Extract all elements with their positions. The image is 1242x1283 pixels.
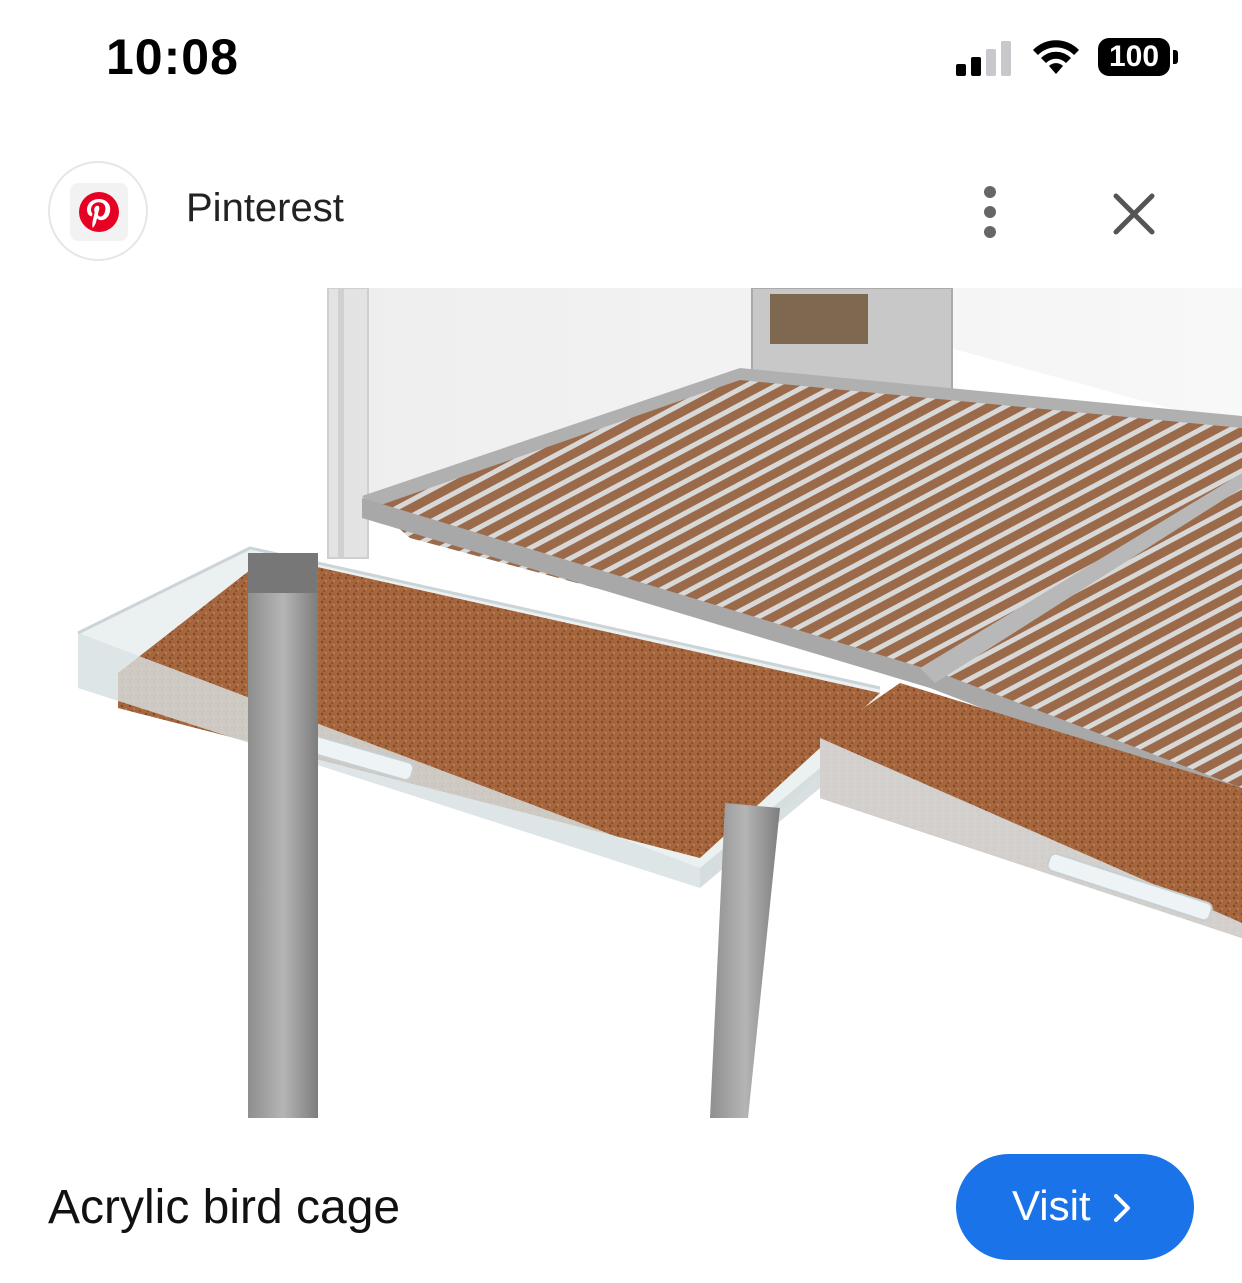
close-icon [1113, 193, 1155, 235]
app-logo [48, 161, 148, 261]
pin-image[interactable] [0, 288, 1242, 1118]
acrylic-bird-cage-photo [77, 288, 1242, 1118]
wifi-icon [1033, 40, 1079, 74]
visit-button[interactable]: Visit [956, 1154, 1194, 1260]
battery-tip [1173, 50, 1178, 64]
sheet-footer: Acrylic bird cage Visit [0, 1140, 1242, 1283]
battery-indicator: 100 [1098, 38, 1180, 78]
chevron-right-icon [1114, 1194, 1130, 1222]
visit-button-label: Visit [1012, 1182, 1091, 1229]
status-bar: 10:08 100 [0, 0, 1242, 120]
more-vertical-icon [984, 186, 996, 238]
pinterest-logo-icon [79, 192, 119, 232]
cellular-signal-icon [956, 41, 1011, 76]
pin-preview-sheet: 10:08 100 Pinterest Acrylic bird cage Vi… [0, 0, 1242, 1283]
more-options-button[interactable] [966, 180, 1014, 244]
close-button[interactable] [1106, 186, 1162, 242]
battery-level: 100 [1098, 38, 1170, 76]
app-name: Pinterest [186, 186, 344, 230]
pin-title: Acrylic bird cage [48, 1181, 401, 1234]
status-time: 10:08 [106, 29, 239, 85]
sheet-header: Pinterest [0, 150, 1242, 270]
